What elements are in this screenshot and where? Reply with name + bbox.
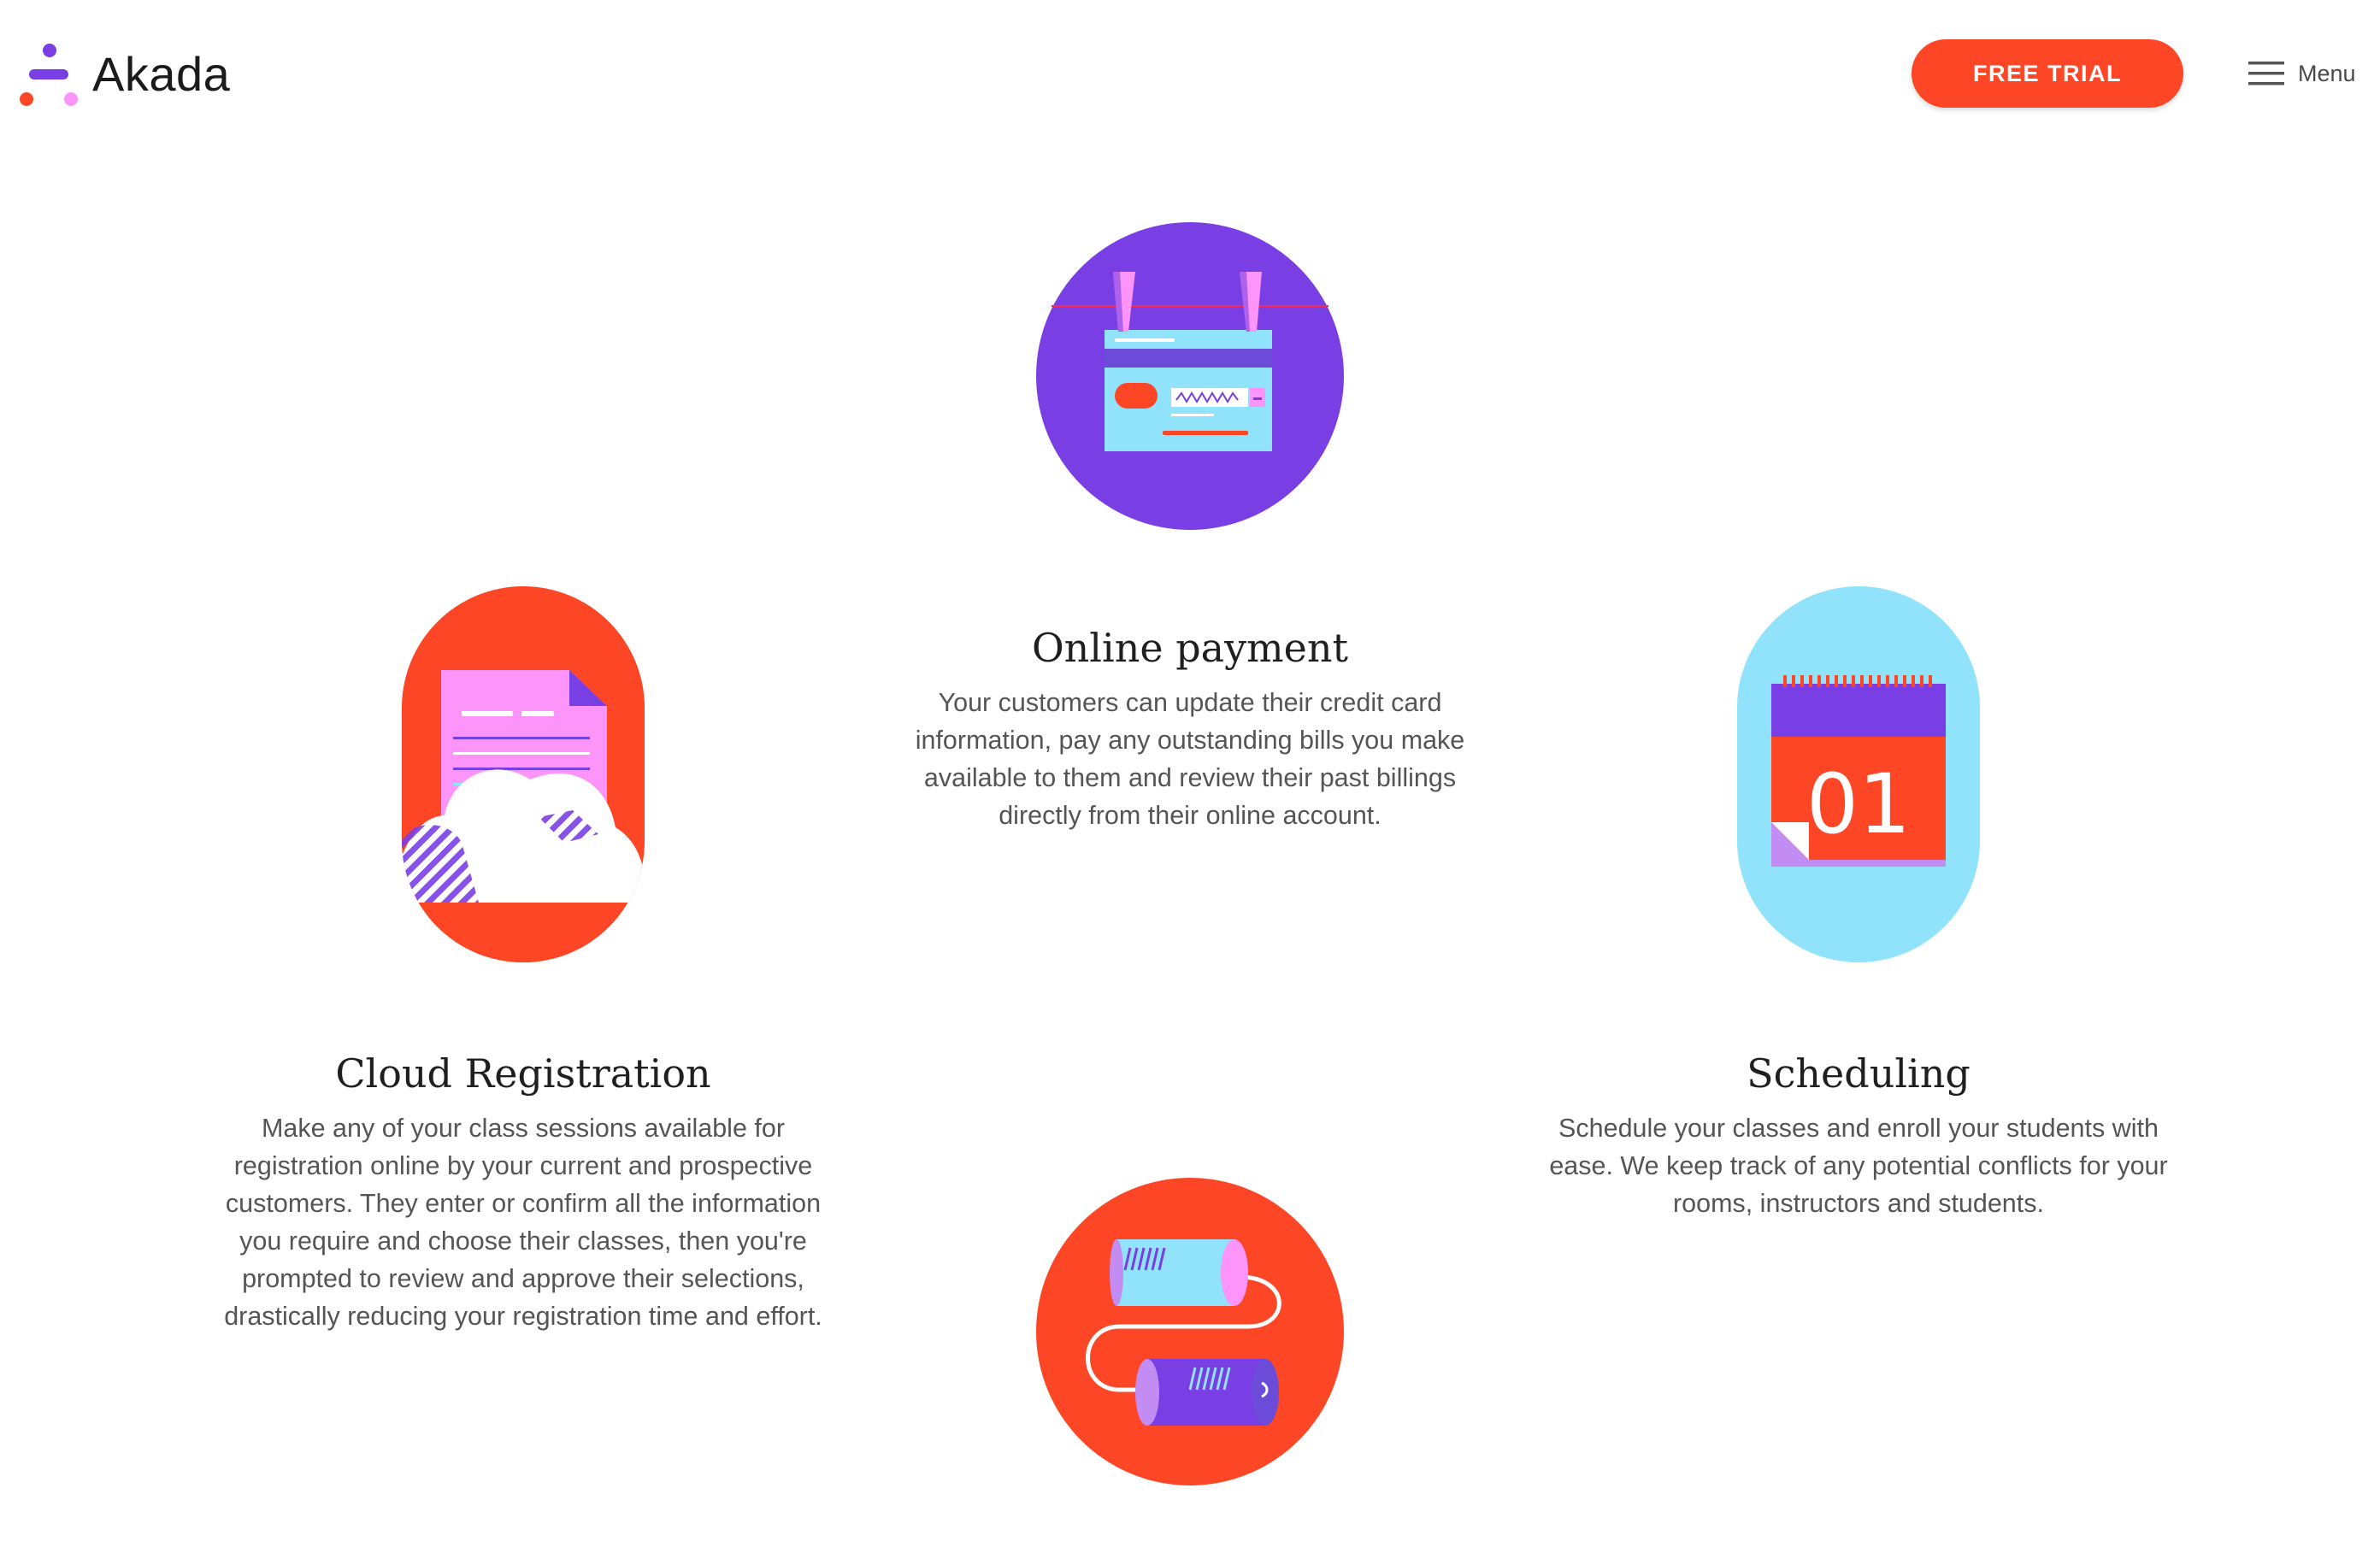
cloud-document-illustration	[402, 586, 645, 962]
menu-button[interactable]: Menu	[2248, 55, 2356, 92]
akada-logo-icon	[20, 44, 78, 106]
calendar-illustration: 01	[1737, 586, 1980, 962]
hamburger-menu-icon	[2248, 62, 2284, 85]
logo[interactable]: Akada	[19, 43, 233, 111]
menu-label: Menu	[2298, 60, 2356, 86]
scheduling-title: Scheduling	[1747, 1050, 1971, 1097]
tin-can-phone-illustration	[1036, 1178, 1344, 1485]
calendar-day: 01	[1806, 756, 1911, 852]
credit-card-illustration	[1036, 222, 1344, 530]
online-payment-title: Online payment	[1031, 625, 1349, 671]
free-trial-button[interactable]: FREE TRIAL	[1912, 39, 2183, 108]
online-payment-description: Your customers can update their credit c…	[915, 688, 1465, 830]
cloud-registration-title: Cloud Registration	[335, 1050, 711, 1097]
logo-text: Akada	[92, 47, 231, 101]
cloud-registration-description: Make any of your class sessions availabl…	[224, 1114, 822, 1331]
scheduling-description: Schedule your classes and enroll your st…	[1549, 1114, 2168, 1218]
